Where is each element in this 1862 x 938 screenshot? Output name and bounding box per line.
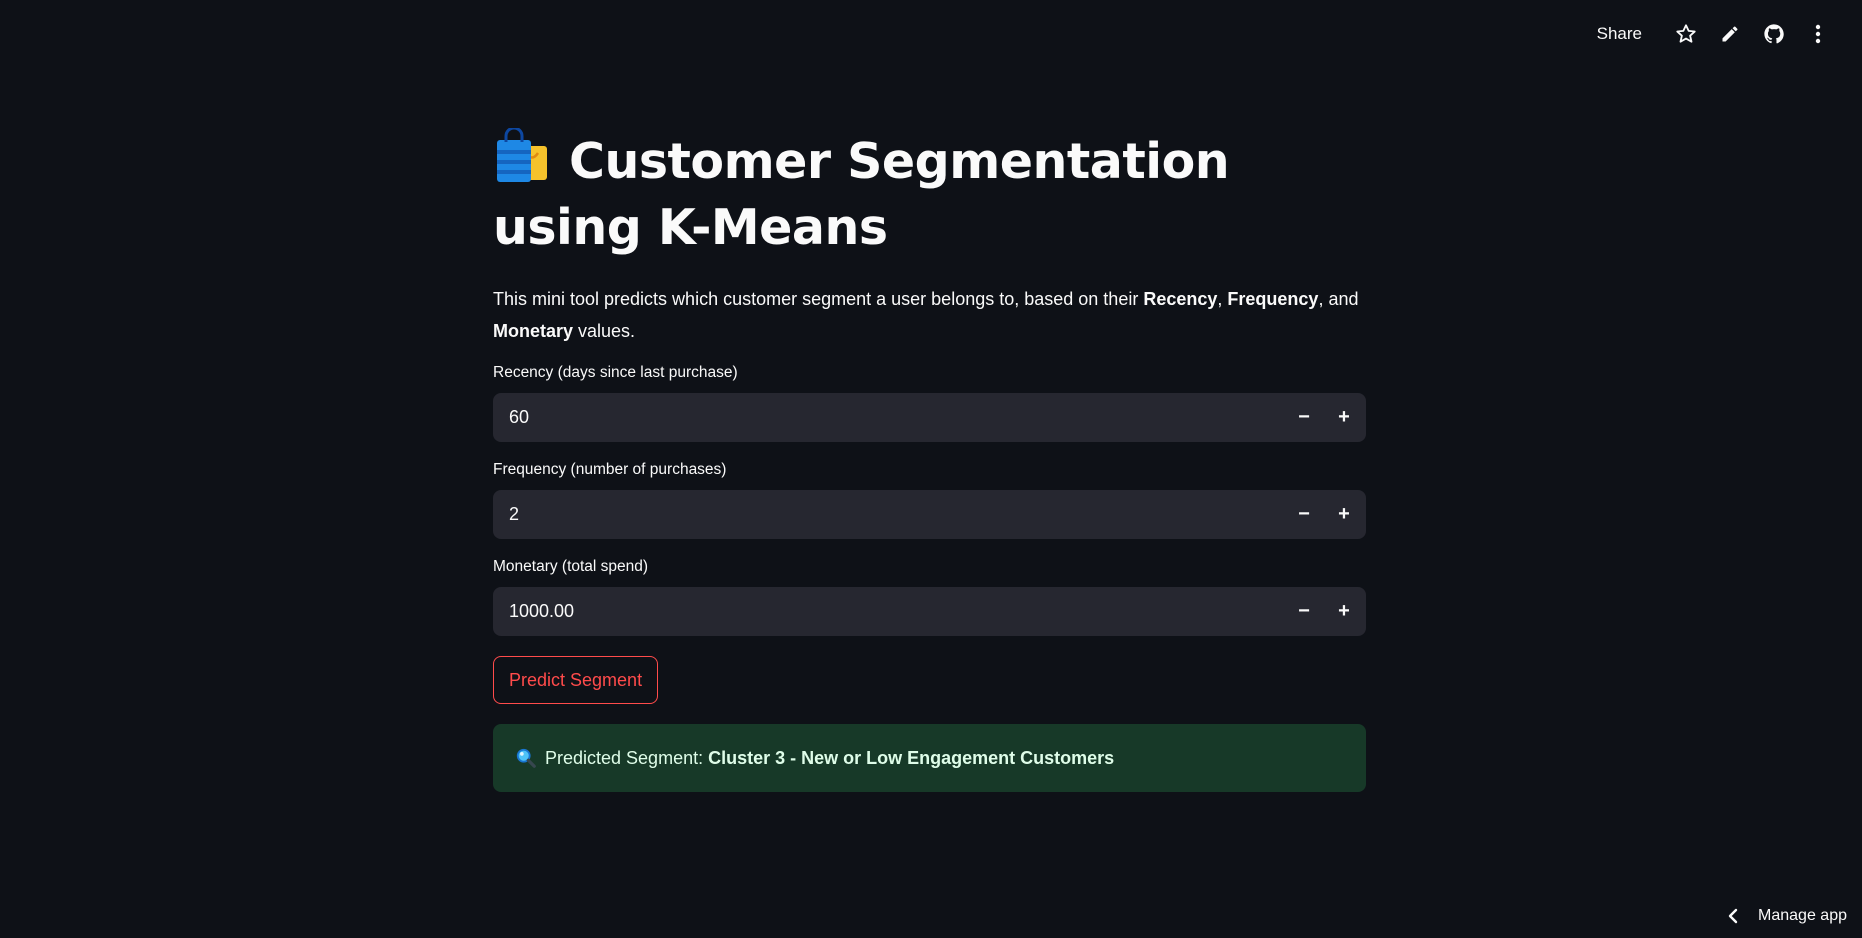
main-content: Customer Segmentation using K-Means This… [493,126,1366,792]
recency-input[interactable]: 60 [493,407,1284,428]
frequency-decrement-button[interactable]: − [1284,490,1324,539]
intro-part1: This mini tool predicts which customer s… [493,289,1144,309]
intro-part2: , and [1318,289,1359,309]
more-vertical-icon[interactable] [1796,18,1840,50]
result-value: Cluster 3 - New or Low Engagement Custom… [708,747,1115,768]
manage-app-button[interactable]: Manage app [1728,902,1847,930]
top-toolbar: Share [1597,18,1840,50]
star-icon[interactable] [1664,18,1708,50]
pencil-icon[interactable] [1708,18,1752,50]
recency-label: Recency (days since last purchase) [493,364,738,381]
monetary-decrement-button[interactable]: − [1284,587,1324,636]
manage-app-label: Manage app [1758,907,1847,924]
recency-decrement-button[interactable]: − [1284,393,1324,442]
prediction-result-alert: Predicted Segment: Cluster 3 - New or Lo… [493,724,1366,792]
intro-text: This mini tool predicts which customer s… [493,283,1366,347]
predict-segment-button[interactable]: Predict Segment [493,656,659,704]
intro-sep1: , [1217,289,1228,309]
page-title: Customer Segmentation using K-Means [493,126,1366,261]
app-root: Share Customer Segmentation using K-Mean… [0,0,1862,938]
shopping-bags-icon [493,126,551,186]
magnifier-icon [516,748,536,768]
page-title-text: Customer Segmentation using K-Means [493,133,1230,256]
chevron-left-icon [1728,908,1738,924]
frequency-input[interactable]: 2 [493,504,1284,525]
monetary-number-input: 1000.00 − + [493,587,1366,636]
recency-increment-button[interactable]: + [1324,393,1364,442]
intro-part3: values. [573,321,636,341]
monetary-label: Monetary (total spend) [493,558,649,575]
intro-recency: Recency [1143,289,1218,309]
frequency-number-input: 2 − + [493,490,1366,539]
intro-frequency: Frequency [1227,289,1319,309]
intro-monetary: Monetary [493,321,574,341]
recency-number-input: 60 − + [493,393,1366,442]
share-button[interactable]: Share [1597,24,1642,44]
frequency-label: Frequency (number of purchases) [493,461,727,478]
frequency-increment-button[interactable]: + [1324,490,1364,539]
result-prefix: Predicted Segment: [545,747,704,768]
monetary-increment-button[interactable]: + [1324,587,1364,636]
github-icon[interactable] [1752,18,1796,50]
monetary-input[interactable]: 1000.00 [493,601,1284,622]
